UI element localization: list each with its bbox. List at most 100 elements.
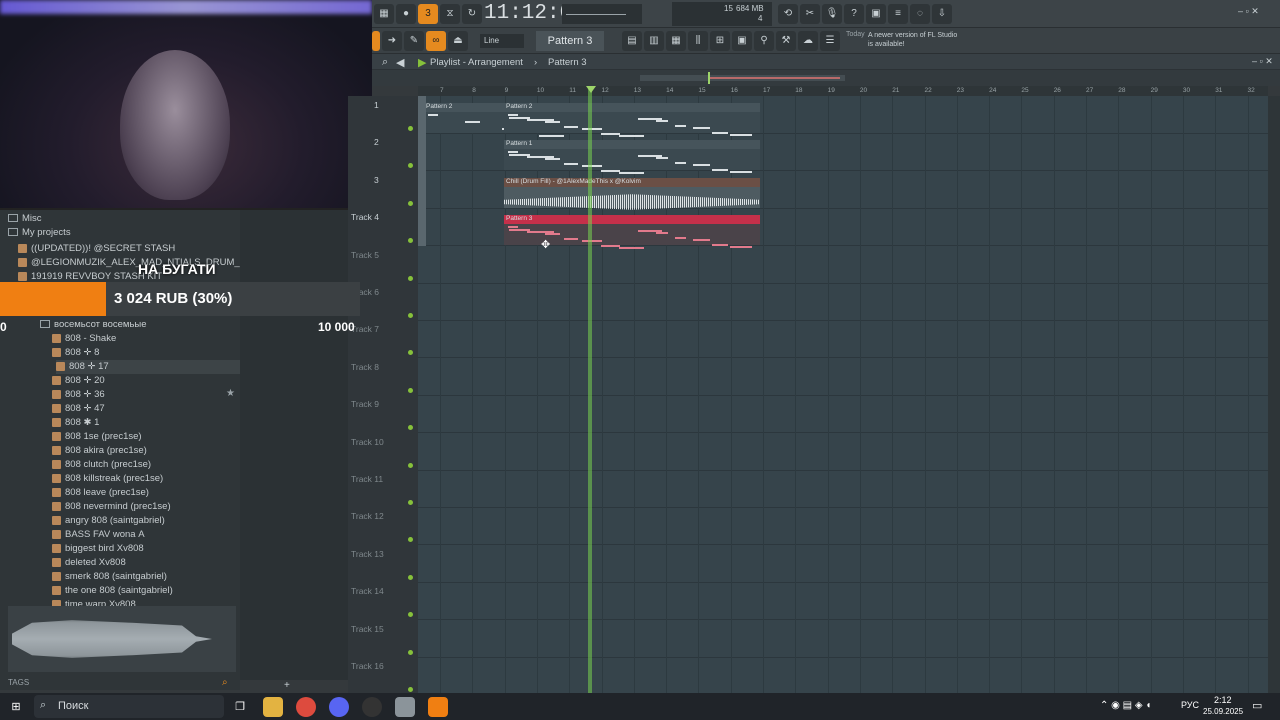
rec-icon[interactable]: ● — [396, 4, 416, 24]
clock-time[interactable]: 2:12 — [1214, 695, 1232, 705]
track-mute-led[interactable] — [408, 387, 413, 393]
chat-icon[interactable]: ◌ — [910, 4, 930, 24]
track-name[interactable]: Track 11 — [351, 474, 383, 484]
playlist-window-controls[interactable]: – ▫ ✕ — [1252, 56, 1273, 67]
bar-ruler[interactable]: 7 8 9 10 11 12 13 14 15 16 17 18 19 20 21 22 23 24 25 26 27 2… — [418, 86, 1268, 96]
playhead[interactable] — [588, 86, 592, 693]
playlist-icon[interactable]: ▤ — [622, 31, 642, 51]
window-controls[interactable]: – ▫ ✕ — [1238, 6, 1259, 17]
list-icon[interactable]: ☰ — [820, 31, 840, 51]
track-name[interactable]: Track 14 — [351, 586, 384, 596]
loop-icon[interactable]: ↻ — [462, 4, 482, 24]
track-mute-led[interactable] — [408, 163, 413, 169]
browser-icon[interactable]: ⊞ — [710, 31, 730, 51]
mic-icon[interactable]: 🎙 — [822, 4, 842, 24]
mixer-icon[interactable]: ≡ — [888, 4, 908, 24]
arrow-icon[interactable]: ➜ — [382, 31, 402, 51]
task-view-icon[interactable]: ❐ — [230, 697, 250, 717]
browser-item[interactable]: ((UPDATED))! @SECRET STASH — [18, 242, 254, 256]
plug-icon[interactable]: ⚲ — [754, 31, 774, 51]
magnifier-icon[interactable]: ⌕ — [382, 56, 388, 69]
pattern-clip[interactable]: Pattern 2 — [424, 103, 588, 137]
news-text[interactable]: A newer version of FL Studio is availabl… — [868, 31, 958, 49]
track-mute-led[interactable] — [408, 649, 413, 655]
pattern-selector[interactable]: Pattern 3 — [536, 31, 604, 51]
speaker-icon[interactable]: ◀ — [396, 56, 404, 69]
pen-icon[interactable]: ✎ — [404, 31, 424, 51]
download-icon[interactable]: ⇩ — [932, 4, 952, 24]
track-mute-led[interactable] — [408, 425, 413, 431]
track-name[interactable]: Track 10 — [351, 437, 384, 447]
wait-icon[interactable]: ⧖ — [440, 4, 460, 24]
fl-studio-icon[interactable] — [428, 697, 448, 717]
input-language[interactable]: РУС — [1181, 700, 1199, 710]
track-name[interactable]: 3 — [374, 175, 379, 185]
pattern-mode-icon[interactable]: ▦ — [374, 4, 394, 24]
track-mute-led[interactable] — [408, 275, 413, 281]
track-name[interactable]: Track 15 — [351, 624, 384, 634]
track-name[interactable]: Track 8 — [351, 362, 379, 372]
search-browser-icon[interactable]: ⌕ — [222, 677, 228, 688]
file-explorer-icon[interactable] — [263, 697, 283, 717]
cut-icon[interactable]: ✂ — [800, 4, 820, 24]
pattern-clip[interactable]: Pattern 1 — [504, 140, 760, 174]
track-name[interactable]: Track 7 — [351, 324, 379, 334]
vertical-scrollbar[interactable] — [1268, 96, 1280, 693]
tray-icons[interactable]: ⌃ ◉ ▤ ◈ ◖ — [1100, 700, 1151, 711]
browser-item[interactable]: Misc — [8, 212, 244, 226]
browser-item[interactable]: My projects — [8, 226, 244, 240]
app-icon[interactable] — [395, 697, 415, 717]
discord-icon[interactable] — [329, 697, 349, 717]
track-name[interactable]: Track 12 — [351, 511, 384, 521]
piano-roll-icon[interactable]: ▥ — [644, 31, 664, 51]
track-mute-led[interactable] — [408, 612, 413, 618]
track-name[interactable]: Track 4 — [351, 212, 379, 222]
track-mute-led[interactable] — [408, 313, 413, 318]
track-mute-led[interactable] — [408, 537, 413, 543]
windows-start-icon[interactable]: ⊞ — [6, 697, 26, 717]
track-mute-led[interactable] — [408, 687, 413, 692]
pattern-clip[interactable]: Pattern 2 — [504, 103, 760, 137]
track-mute-led[interactable] — [408, 500, 413, 505]
track-mute-led[interactable] — [408, 126, 413, 131]
track-name[interactable]: Track 16 — [351, 661, 384, 671]
menu-tab-icon[interactable] — [372, 31, 380, 51]
playlist-grid[interactable]: Pattern 2 Pattern 2 Pattern 1 Chill (Drum F… — [418, 96, 1268, 695]
plugin-icon[interactable]: ▣ — [732, 31, 752, 51]
help-icon[interactable]: ? — [844, 4, 864, 24]
time-scroll-bar[interactable] — [640, 72, 845, 84]
tags-label[interactable]: TAGS — [8, 678, 29, 687]
obs-icon[interactable] — [362, 697, 382, 717]
snap-select[interactable]: Line — [480, 34, 524, 48]
browser-item[interactable]: @LEGIONMUZIK_ALEX_MAD_NTIALS_DRUM_KIT_VO… — [18, 256, 254, 270]
tools-icon[interactable]: ⚒ — [776, 31, 796, 51]
track-name[interactable]: Track 13 — [351, 549, 384, 559]
track-name[interactable]: Track 9 — [351, 399, 379, 409]
notifications-icon[interactable]: ▭ — [1252, 699, 1262, 712]
track-mute-led[interactable] — [408, 574, 413, 580]
channel-rack-icon[interactable]: ▦ — [666, 31, 686, 51]
track-scroll-indicator[interactable] — [418, 96, 426, 246]
playhead-marker-icon[interactable] — [586, 86, 596, 93]
metronome-icon[interactable]: 3 — [418, 4, 438, 24]
cloud-icon[interactable]: ☁ — [798, 31, 818, 51]
track-mute-led[interactable] — [408, 462, 413, 468]
track-mute-led[interactable] — [408, 200, 413, 206]
stamp-icon[interactable]: ⏏ — [448, 31, 468, 51]
save-icon[interactable]: ▣ — [866, 4, 886, 24]
track-name[interactable]: 1 — [374, 100, 379, 110]
track-mute-led[interactable] — [408, 238, 413, 244]
pattern-clip[interactable]: Chill (Drum Fill) - @1AlexMadeThis x @Ko… — [504, 178, 760, 210]
track-mute-led[interactable] — [408, 350, 413, 356]
undo-icon[interactable]: ⟲ — [778, 4, 798, 24]
track-name[interactable]: Track 5 — [351, 250, 379, 260]
track-name[interactable]: 2 — [374, 137, 379, 147]
clock-date[interactable]: 25.09.2025 — [1203, 707, 1243, 716]
sample-preview[interactable] — [8, 606, 236, 672]
add-track-icon[interactable]: + — [284, 680, 290, 691]
mixer-view-icon[interactable]: ⫼ — [688, 31, 708, 51]
favorite-star-icon[interactable]: ★ — [226, 388, 235, 399]
taskbar-search[interactable]: ⌕ Поиск — [34, 695, 224, 718]
link-icon[interactable]: ∞ — [426, 31, 446, 51]
play-icon[interactable]: ▶ — [418, 56, 426, 69]
